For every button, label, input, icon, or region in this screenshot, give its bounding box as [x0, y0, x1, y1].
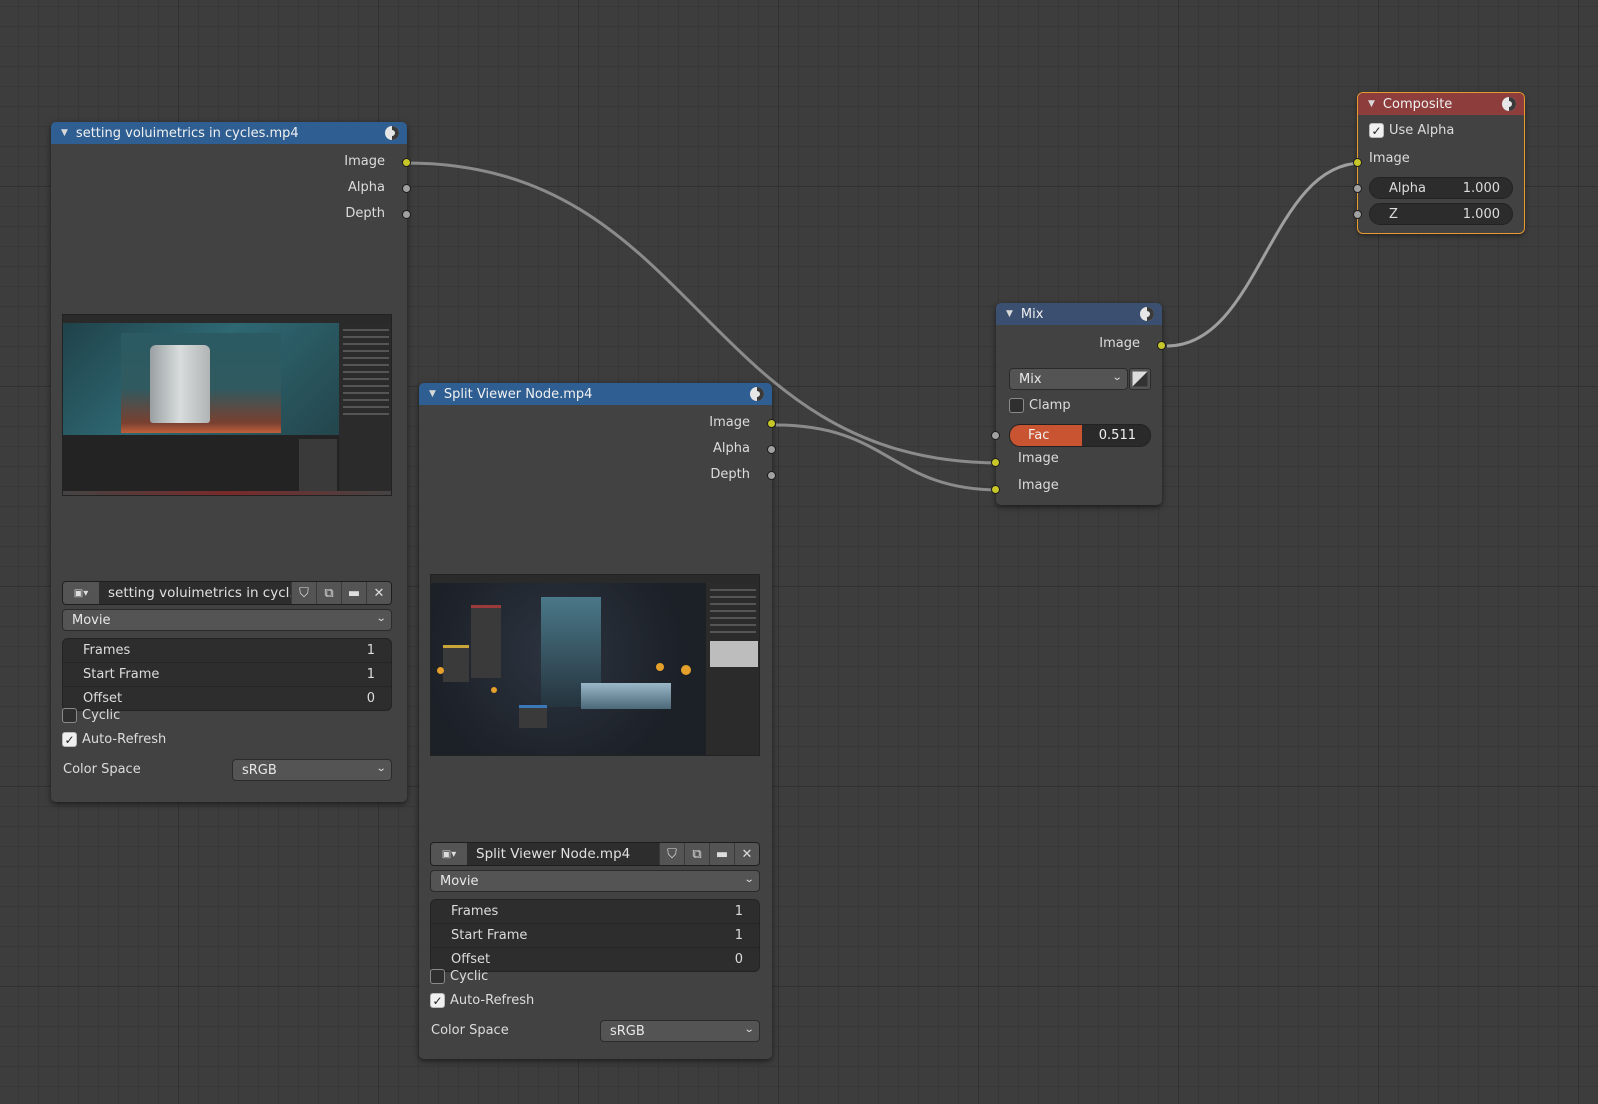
- folder-icon[interactable]: ▬: [341, 582, 366, 604]
- movie-clip-node-1[interactable]: ▼ setting voluimetrics in cycles.mp4 Ima…: [51, 122, 411, 802]
- globe-preview-icon[interactable]: [1139, 306, 1155, 322]
- collapse-arrow-icon[interactable]: ▼: [61, 128, 68, 138]
- fac-value: 0.511: [1098, 428, 1136, 443]
- chevron-down-icon: ⌄: [375, 613, 387, 624]
- output-image-socket[interactable]: [402, 158, 411, 167]
- color-space-dropdown[interactable]: sRGB ⌄: [232, 759, 392, 781]
- checkmark-icon[interactable]: ✓: [1369, 123, 1384, 138]
- input-z-socket[interactable]: [1353, 210, 1362, 219]
- folder-icon[interactable]: ▬: [709, 843, 734, 865]
- source-value: Movie: [440, 873, 479, 889]
- movie-file-selector[interactable]: ▣▾ Split Viewer Node.mp4 ⛉ ⧉ ▬ ✕: [430, 842, 760, 866]
- fake-user-shield-icon[interactable]: ⛉: [291, 582, 316, 604]
- source-value: Movie: [72, 612, 111, 628]
- clamp-checkbox[interactable]: Clamp: [1009, 398, 1071, 413]
- movie-preview-thumbnail: [62, 314, 392, 496]
- output-depth-socket[interactable]: [767, 471, 776, 480]
- color-space-label: Color Space: [63, 762, 141, 777]
- frames-field[interactable]: Frames 1: [63, 639, 391, 663]
- output-alpha-socket[interactable]: [402, 184, 411, 193]
- output-image-label: Image: [1099, 336, 1140, 351]
- output-alpha-socket[interactable]: [767, 445, 776, 454]
- duplicate-icon[interactable]: ⧉: [316, 582, 341, 604]
- node-header[interactable]: ▼ Composite: [1358, 93, 1524, 115]
- movie-filename[interactable]: Split Viewer Node.mp4: [467, 846, 659, 862]
- image-browse-icon[interactable]: ▣▾: [63, 582, 99, 604]
- movie-clip-node-2[interactable]: ▼ Split Viewer Node.mp4 Image Alpha Dept…: [419, 383, 776, 1059]
- source-dropdown[interactable]: Movie ⌄: [430, 870, 760, 892]
- node-header[interactable]: ▼ Mix: [996, 303, 1162, 325]
- cyclic-checkbox[interactable]: Cyclic: [430, 969, 488, 984]
- close-icon[interactable]: ✕: [734, 843, 759, 865]
- start-frame-field[interactable]: Start Frame 1: [431, 924, 759, 948]
- chevron-down-icon: ⌄: [743, 874, 755, 885]
- input-image-1-label: Image: [1018, 451, 1059, 466]
- use-alpha-checkbox[interactable]: ✓ Use Alpha: [1369, 123, 1454, 138]
- output-image-label: Image: [344, 154, 385, 169]
- close-icon[interactable]: ✕: [366, 582, 391, 604]
- output-depth-label: Depth: [710, 467, 750, 482]
- image-browse-icon[interactable]: ▣▾: [431, 843, 467, 865]
- globe-preview-icon[interactable]: [384, 125, 400, 141]
- output-image-socket[interactable]: [767, 419, 776, 428]
- fac-slider[interactable]: Fac 0.511: [1009, 424, 1151, 447]
- output-image-socket[interactable]: [1157, 341, 1166, 350]
- frame-properties: Frames 1 Start Frame 1 Offset 0: [62, 638, 392, 711]
- input-image-2-socket[interactable]: [991, 485, 1000, 494]
- node-header[interactable]: ▼ Split Viewer Node.mp4: [419, 383, 772, 405]
- output-alpha-label: Alpha: [348, 180, 385, 195]
- output-alpha-label: Alpha: [713, 441, 750, 456]
- node-title: Composite: [1382, 96, 1453, 112]
- frames-field[interactable]: Frames 1: [431, 900, 759, 924]
- output-depth-label: Depth: [345, 206, 385, 221]
- input-image-socket[interactable]: [1353, 158, 1362, 167]
- collapse-arrow-icon[interactable]: ▼: [429, 389, 436, 399]
- alpha-toggle-icon[interactable]: [1129, 368, 1151, 390]
- auto-refresh-checkbox[interactable]: ✓ Auto-Refresh: [62, 732, 166, 747]
- output-depth-socket[interactable]: [402, 210, 411, 219]
- duplicate-icon[interactable]: ⧉: [684, 843, 709, 865]
- start-frame-field[interactable]: Start Frame 1: [63, 663, 391, 687]
- z-field[interactable]: Z 1.000: [1369, 203, 1513, 225]
- movie-preview-thumbnail: [430, 574, 760, 756]
- composite-node[interactable]: ▼ Composite ✓ Use Alpha Image Alpha 1.000 …: [1353, 92, 1525, 234]
- movie-filename[interactable]: setting voluimetrics in cycl...: [99, 585, 291, 601]
- input-image-2-label: Image: [1018, 478, 1059, 493]
- cyclic-checkbox[interactable]: Cyclic: [62, 708, 120, 723]
- color-space-dropdown[interactable]: sRGB ⌄: [600, 1020, 760, 1042]
- frame-properties: Frames 1 Start Frame 1 Offset 0: [430, 899, 760, 972]
- node-title: Split Viewer Node.mp4: [443, 386, 593, 402]
- source-dropdown[interactable]: Movie ⌄: [62, 609, 392, 631]
- collapse-arrow-icon[interactable]: ▼: [1368, 99, 1375, 109]
- movie-file-selector[interactable]: ▣▾ setting voluimetrics in cycl... ⛉ ⧉ ▬…: [62, 581, 392, 605]
- globe-preview-icon[interactable]: [1501, 96, 1517, 112]
- fac-input-socket[interactable]: [991, 431, 1000, 440]
- output-image-label: Image: [709, 415, 750, 430]
- mix-node[interactable]: ▼ Mix Image Mix ⌄ Clamp Fac 0.511 Image …: [991, 303, 1166, 505]
- fake-user-shield-icon[interactable]: ⛉: [659, 843, 684, 865]
- input-alpha-socket[interactable]: [1353, 184, 1362, 193]
- collapse-arrow-icon[interactable]: ▼: [1006, 309, 1013, 319]
- offset-field[interactable]: Offset 0: [63, 687, 391, 710]
- alpha-field[interactable]: Alpha 1.000: [1369, 177, 1513, 199]
- chevron-down-icon: ⌄: [743, 1024, 755, 1035]
- checkmark-icon[interactable]: ✓: [62, 732, 77, 747]
- node-title: setting voluimetrics in cycles.mp4: [75, 125, 299, 141]
- offset-field[interactable]: Offset 0: [431, 948, 759, 971]
- blend-type-dropdown[interactable]: Mix ⌄: [1009, 368, 1128, 390]
- checkmark-icon[interactable]: ✓: [430, 993, 445, 1008]
- node-header[interactable]: ▼ setting voluimetrics in cycles.mp4: [51, 122, 407, 144]
- globe-preview-icon[interactable]: [749, 386, 765, 402]
- input-image-label: Image: [1369, 151, 1410, 166]
- chevron-down-icon: ⌄: [375, 763, 387, 774]
- auto-refresh-checkbox[interactable]: ✓ Auto-Refresh: [430, 993, 534, 1008]
- fac-label: Fac: [1028, 428, 1050, 443]
- chevron-down-icon: ⌄: [1111, 372, 1123, 383]
- node-title: Mix: [1020, 306, 1044, 322]
- input-image-1-socket[interactable]: [991, 458, 1000, 467]
- color-space-label: Color Space: [431, 1023, 509, 1038]
